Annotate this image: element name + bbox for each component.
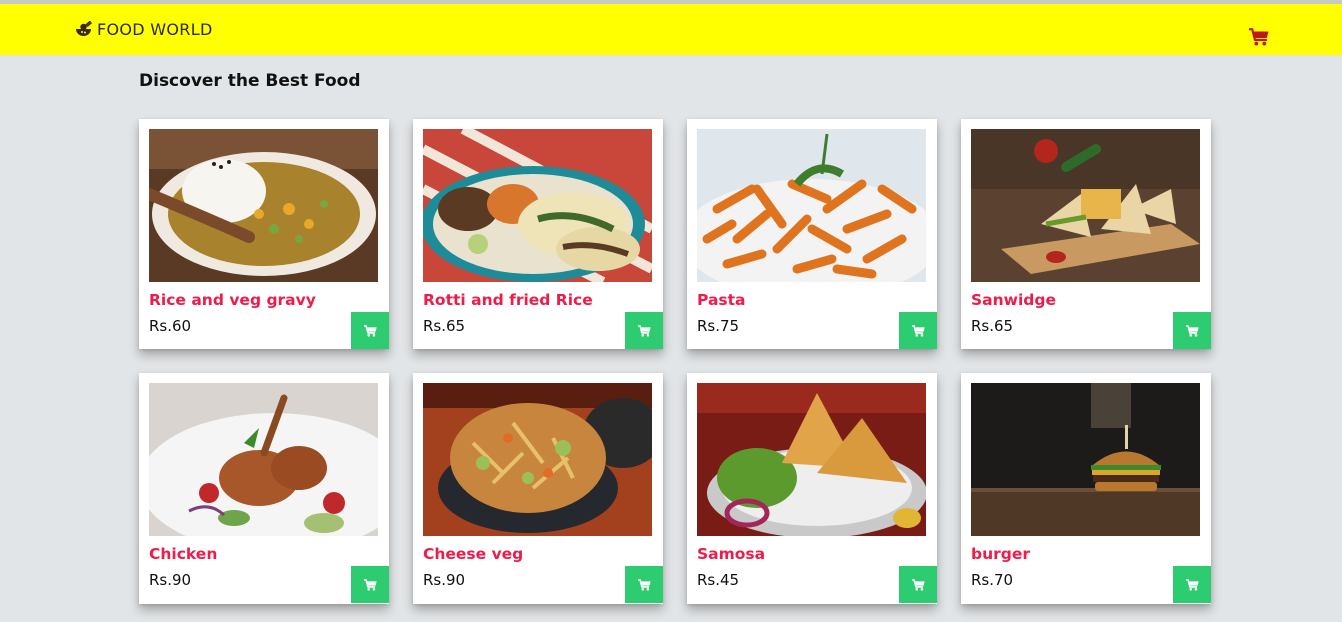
cart-icon [1185,578,1199,591]
food-bowl-icon [76,20,92,36]
item-price: Rs.45 [697,571,740,589]
item-price: Rs.65 [971,317,1014,335]
chicken-image [149,383,378,536]
food-card: Cheese veg Rs.90 [413,373,663,604]
item-price: Rs.90 [423,571,466,589]
item-name[interactable]: Pasta [697,291,746,309]
item-name[interactable]: Samosa [697,545,765,563]
item-price: Rs.70 [971,571,1014,589]
cart-icon [637,578,651,591]
add-to-cart-button[interactable] [899,566,937,603]
rotti-fried-rice-image [423,129,652,282]
item-name[interactable]: Sanwidge [971,291,1056,309]
add-to-cart-button[interactable] [625,312,663,349]
item-price: Rs.60 [149,317,192,335]
rice-veg-gravy-image [149,129,378,282]
item-price: Rs.90 [149,571,192,589]
add-to-cart-button[interactable] [899,312,937,349]
nav-cart-button[interactable] [1247,28,1269,46]
cheese-veg-image [423,383,652,536]
item-name[interactable]: Chicken [149,545,217,563]
food-card: Samosa Rs.45 [687,373,937,604]
cart-icon [363,578,377,591]
item-name[interactable]: Cheese veg [423,545,523,563]
add-to-cart-button[interactable] [351,566,389,603]
brand-link[interactable]: FOOD WORLD [75,18,213,40]
samosa-image [697,383,926,536]
cart-icon [363,324,377,337]
item-name[interactable]: burger [971,545,1030,563]
pasta-image [697,129,926,282]
cart-icon [1185,324,1199,337]
add-to-cart-button[interactable] [1173,312,1211,349]
food-card: Rice and veg gravy Rs.60 [139,119,389,349]
food-grid: Rice and veg gravy Rs.60 Rotti and fried… [139,119,1219,609]
sandwich-image [971,129,1200,282]
shopping-cart-icon [1247,28,1269,46]
add-to-cart-button[interactable] [351,312,389,349]
navbar: FOOD WORLD [0,4,1342,55]
item-name[interactable]: Rotti and fried Rice [423,291,593,309]
food-card: Rotti and fried Rice Rs.65 [413,119,663,349]
add-to-cart-button[interactable] [1173,566,1211,603]
item-price: Rs.75 [697,317,740,335]
food-card: Chicken Rs.90 [139,373,389,604]
page-heading: Discover the Best Food [139,71,361,91]
item-name[interactable]: Rice and veg gravy [149,291,316,309]
cart-icon [911,578,925,591]
food-card: Pasta Rs.75 [687,119,937,349]
brand-name: FOOD WORLD [97,19,213,39]
item-price: Rs.65 [423,317,466,335]
add-to-cart-button[interactable] [625,566,663,603]
cart-icon [911,324,925,337]
food-card: Sanwidge Rs.65 [961,119,1211,349]
cart-icon [637,324,651,337]
burger-image [971,383,1200,536]
food-card: burger Rs.70 [961,373,1211,604]
